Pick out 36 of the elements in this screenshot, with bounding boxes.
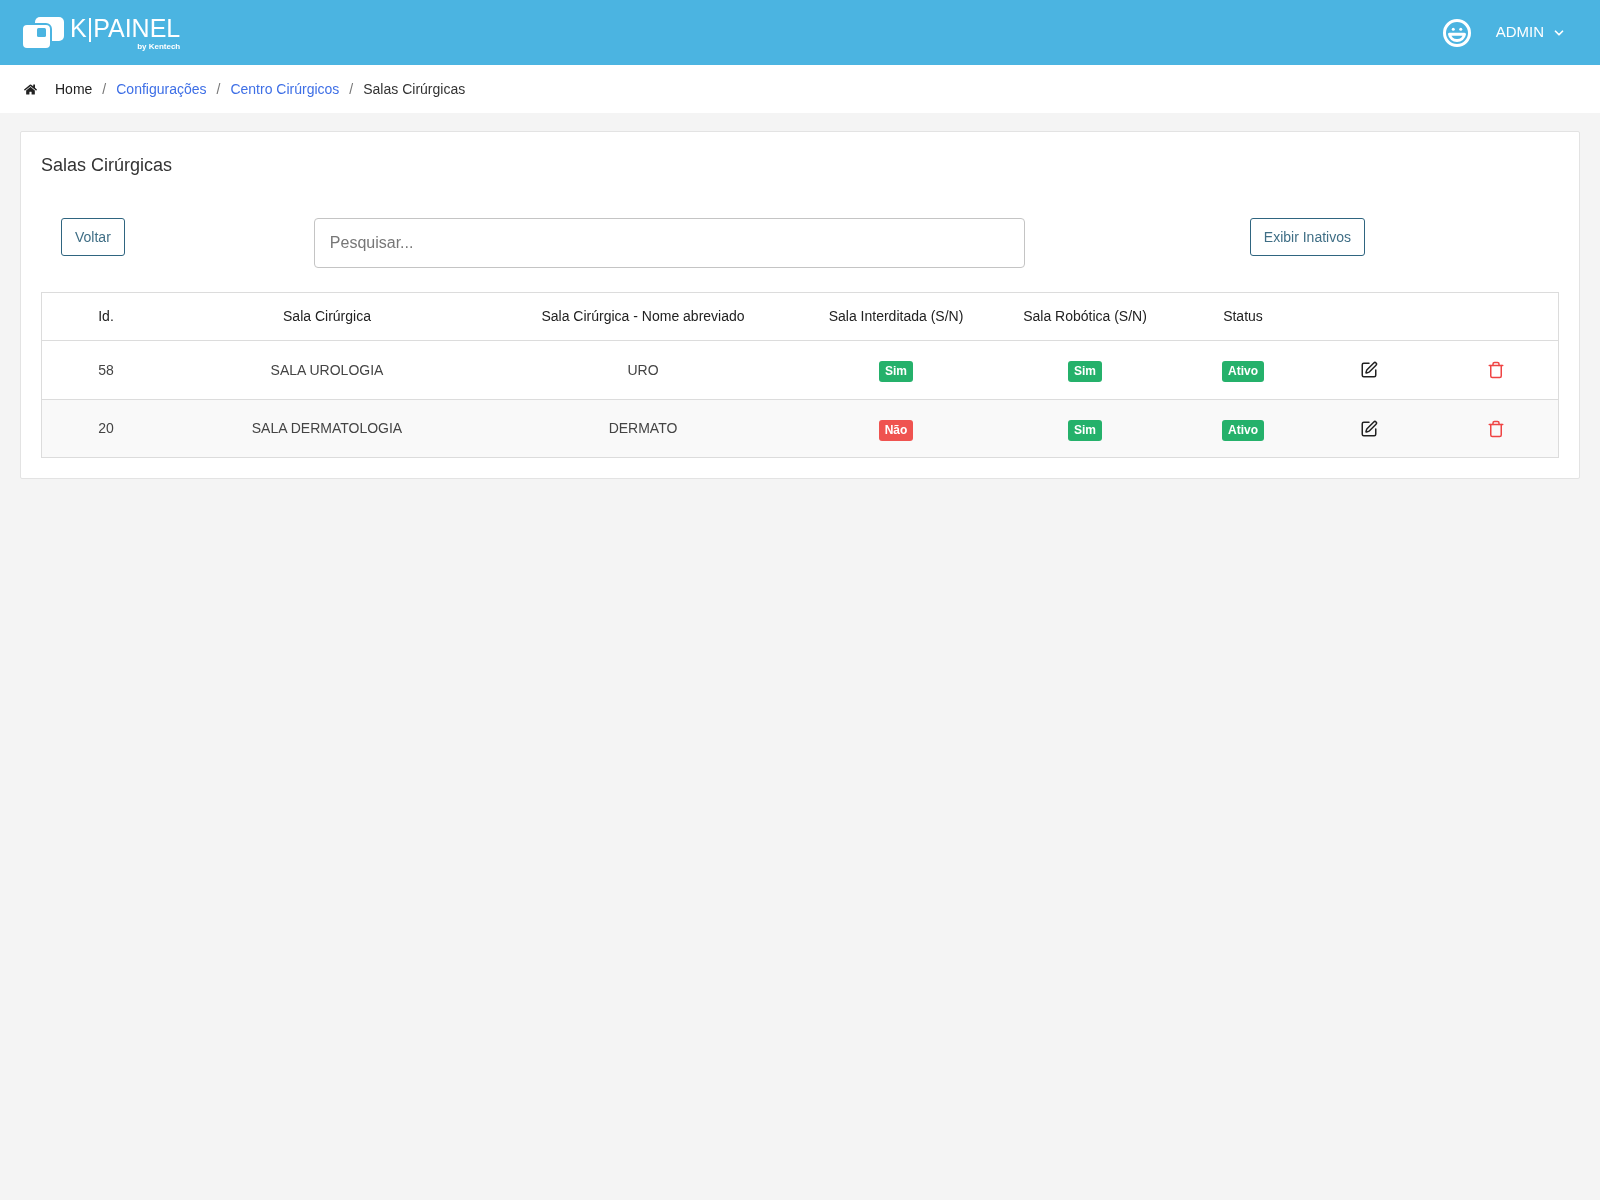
edit-icon[interactable] [1360, 419, 1378, 438]
column-header: Sala Interditada (S/N) [828, 307, 964, 326]
home-icon[interactable] [24, 82, 37, 96]
logo-tagline: by Kentech [137, 42, 181, 51]
trash-icon[interactable] [1487, 361, 1505, 379]
column-header: Status [1223, 307, 1263, 326]
breadcrumb-link[interactable]: Configurações [116, 78, 207, 100]
search-field[interactable]: Pesquisar... [313, 218, 1025, 268]
current-page-label: Salas Cirúrgicas [363, 79, 466, 99]
home-link[interactable]: Home [55, 78, 93, 100]
table-cell-text: SALA DERMATOLOGIA [251, 419, 403, 438]
column-header: Sala Robótica (S/N) [1023, 307, 1147, 326]
page-title: Salas Cirúrgicas [41, 154, 173, 176]
table-cell-text: 58 [98, 360, 114, 380]
status-badge: Ativo [1222, 419, 1264, 441]
table-cell-text: SALA UROLOGIA [270, 360, 384, 380]
robotic-badge: Sim [1068, 419, 1102, 441]
column-header: Sala Cirúrgica - Nome abreviado [541, 307, 745, 326]
logo-icon [22, 16, 64, 49]
edit-icon[interactable] [1360, 361, 1378, 379]
breadcrumb-separator: / [349, 79, 354, 99]
back-button[interactable]: Voltar [61, 218, 125, 256]
column-header: Id. [98, 307, 114, 326]
table-cell-text: 20 [98, 419, 114, 438]
robotic-badge: Sim [1068, 361, 1102, 382]
trash-icon[interactable] [1487, 419, 1505, 438]
breadcrumb-separator: / [102, 79, 107, 99]
table-cell-text: URO [627, 360, 659, 380]
interdicted-badge: Sim [879, 361, 913, 382]
interdicted-badge: Não [878, 419, 914, 441]
table-cell-text: DERMATO [608, 419, 678, 438]
breadcrumb-link[interactable]: Centro Cirúrgicos [230, 78, 340, 100]
breadcrumb-separator: / [216, 79, 221, 99]
logo-wordmark: K|PAINEL [70, 14, 181, 42]
column-header: Sala Cirúrgica [283, 307, 371, 326]
status-badge: Ativo [1222, 361, 1264, 382]
